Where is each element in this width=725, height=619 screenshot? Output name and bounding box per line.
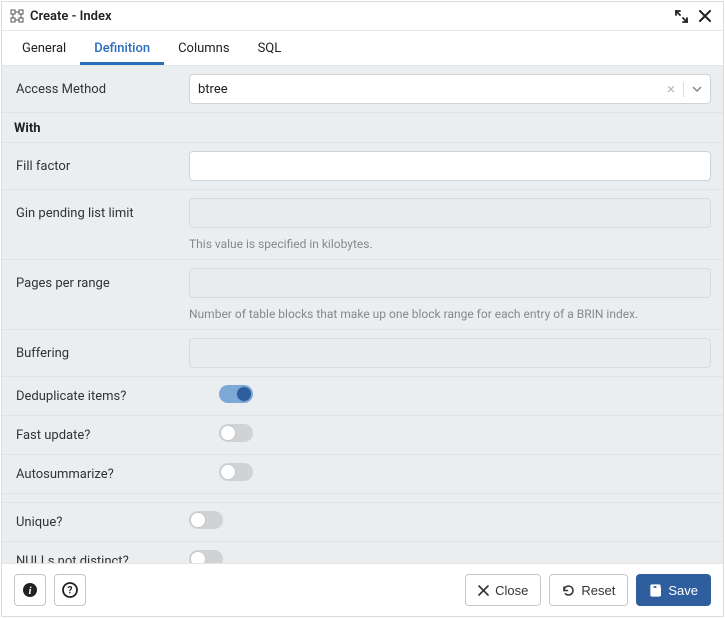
dialog-title: Create - Index xyxy=(30,9,665,24)
close-label: Close xyxy=(495,583,528,598)
save-button[interactable]: Save xyxy=(636,574,711,606)
unique-toggle[interactable] xyxy=(189,511,223,529)
fill-factor-input[interactable] xyxy=(189,151,711,181)
label-fill-factor: Fill factor xyxy=(14,159,189,174)
row-gin-pending: Gin pending list limit xyxy=(2,190,723,232)
titlebar: Create - Index xyxy=(2,2,723,31)
tab-sql[interactable]: SQL xyxy=(244,31,296,65)
maximize-button[interactable] xyxy=(673,8,689,24)
save-label: Save xyxy=(668,583,698,598)
reset-label: Reset xyxy=(581,583,615,598)
label-deduplicate: Deduplicate items? xyxy=(14,389,189,404)
dialog-body: Access Method btree × With Fill factor xyxy=(2,66,723,563)
gin-pending-input xyxy=(189,198,711,228)
chevron-down-icon[interactable] xyxy=(684,86,702,92)
access-method-select[interactable]: btree × xyxy=(189,74,711,104)
pages-help-text: Number of table blocks that make up one … xyxy=(2,301,723,330)
label-access-method: Access Method xyxy=(14,82,189,97)
reset-button[interactable]: Reset xyxy=(549,574,628,606)
save-icon xyxy=(649,584,662,597)
create-index-dialog: Create - Index General Definition Column… xyxy=(1,1,724,617)
label-buffering: Buffering xyxy=(14,346,189,361)
deduplicate-toggle[interactable] xyxy=(219,385,253,403)
row-unique: Unique? xyxy=(2,503,723,542)
row-buffering: Buffering xyxy=(2,330,723,377)
label-gin-pending: Gin pending list limit xyxy=(14,206,189,221)
label-unique: Unique? xyxy=(14,515,189,530)
clear-icon[interactable]: × xyxy=(667,82,684,97)
close-button[interactable] xyxy=(697,8,713,24)
row-nulls-not-distinct: NULLs not distinct? xyxy=(2,542,723,563)
tabs: General Definition Columns SQL xyxy=(2,31,723,66)
fast-update-toggle[interactable] xyxy=(219,424,253,442)
reset-icon xyxy=(562,584,575,597)
section-break xyxy=(2,493,723,503)
svg-text:?: ? xyxy=(68,586,73,597)
tab-definition[interactable]: Definition xyxy=(80,31,164,65)
info-button[interactable]: i xyxy=(14,574,46,606)
label-fast-update: Fast update? xyxy=(14,428,189,443)
index-icon xyxy=(10,9,24,23)
close-icon xyxy=(478,585,489,596)
nulls-not-distinct-toggle[interactable] xyxy=(189,550,223,563)
gin-help-text: This value is specified in kilobytes. xyxy=(2,231,723,260)
row-pages-per-range: Pages per range xyxy=(2,260,723,302)
tab-general[interactable]: General xyxy=(8,31,80,65)
row-deduplicate: Deduplicate items? xyxy=(2,377,723,416)
row-fill-factor: Fill factor xyxy=(2,143,723,190)
access-method-value: btree xyxy=(198,82,228,97)
label-nulls-not-distinct: NULLs not distinct? xyxy=(14,554,189,564)
pages-per-range-input xyxy=(189,268,711,298)
close-dialog-button[interactable]: Close xyxy=(465,574,541,606)
buffering-input xyxy=(189,338,711,368)
dialog-footer: i ? Close Reset Save xyxy=(2,563,723,616)
label-autosummarize: Autosummarize? xyxy=(14,467,189,482)
tab-columns[interactable]: Columns xyxy=(164,31,244,65)
help-button[interactable]: ? xyxy=(54,574,86,606)
autosummarize-toggle[interactable] xyxy=(219,463,253,481)
label-pages-per-range: Pages per range xyxy=(14,276,189,291)
row-autosummarize: Autosummarize? xyxy=(2,455,723,493)
row-access-method: Access Method btree × xyxy=(2,66,723,113)
with-header: With xyxy=(2,113,723,143)
row-fast-update: Fast update? xyxy=(2,416,723,455)
